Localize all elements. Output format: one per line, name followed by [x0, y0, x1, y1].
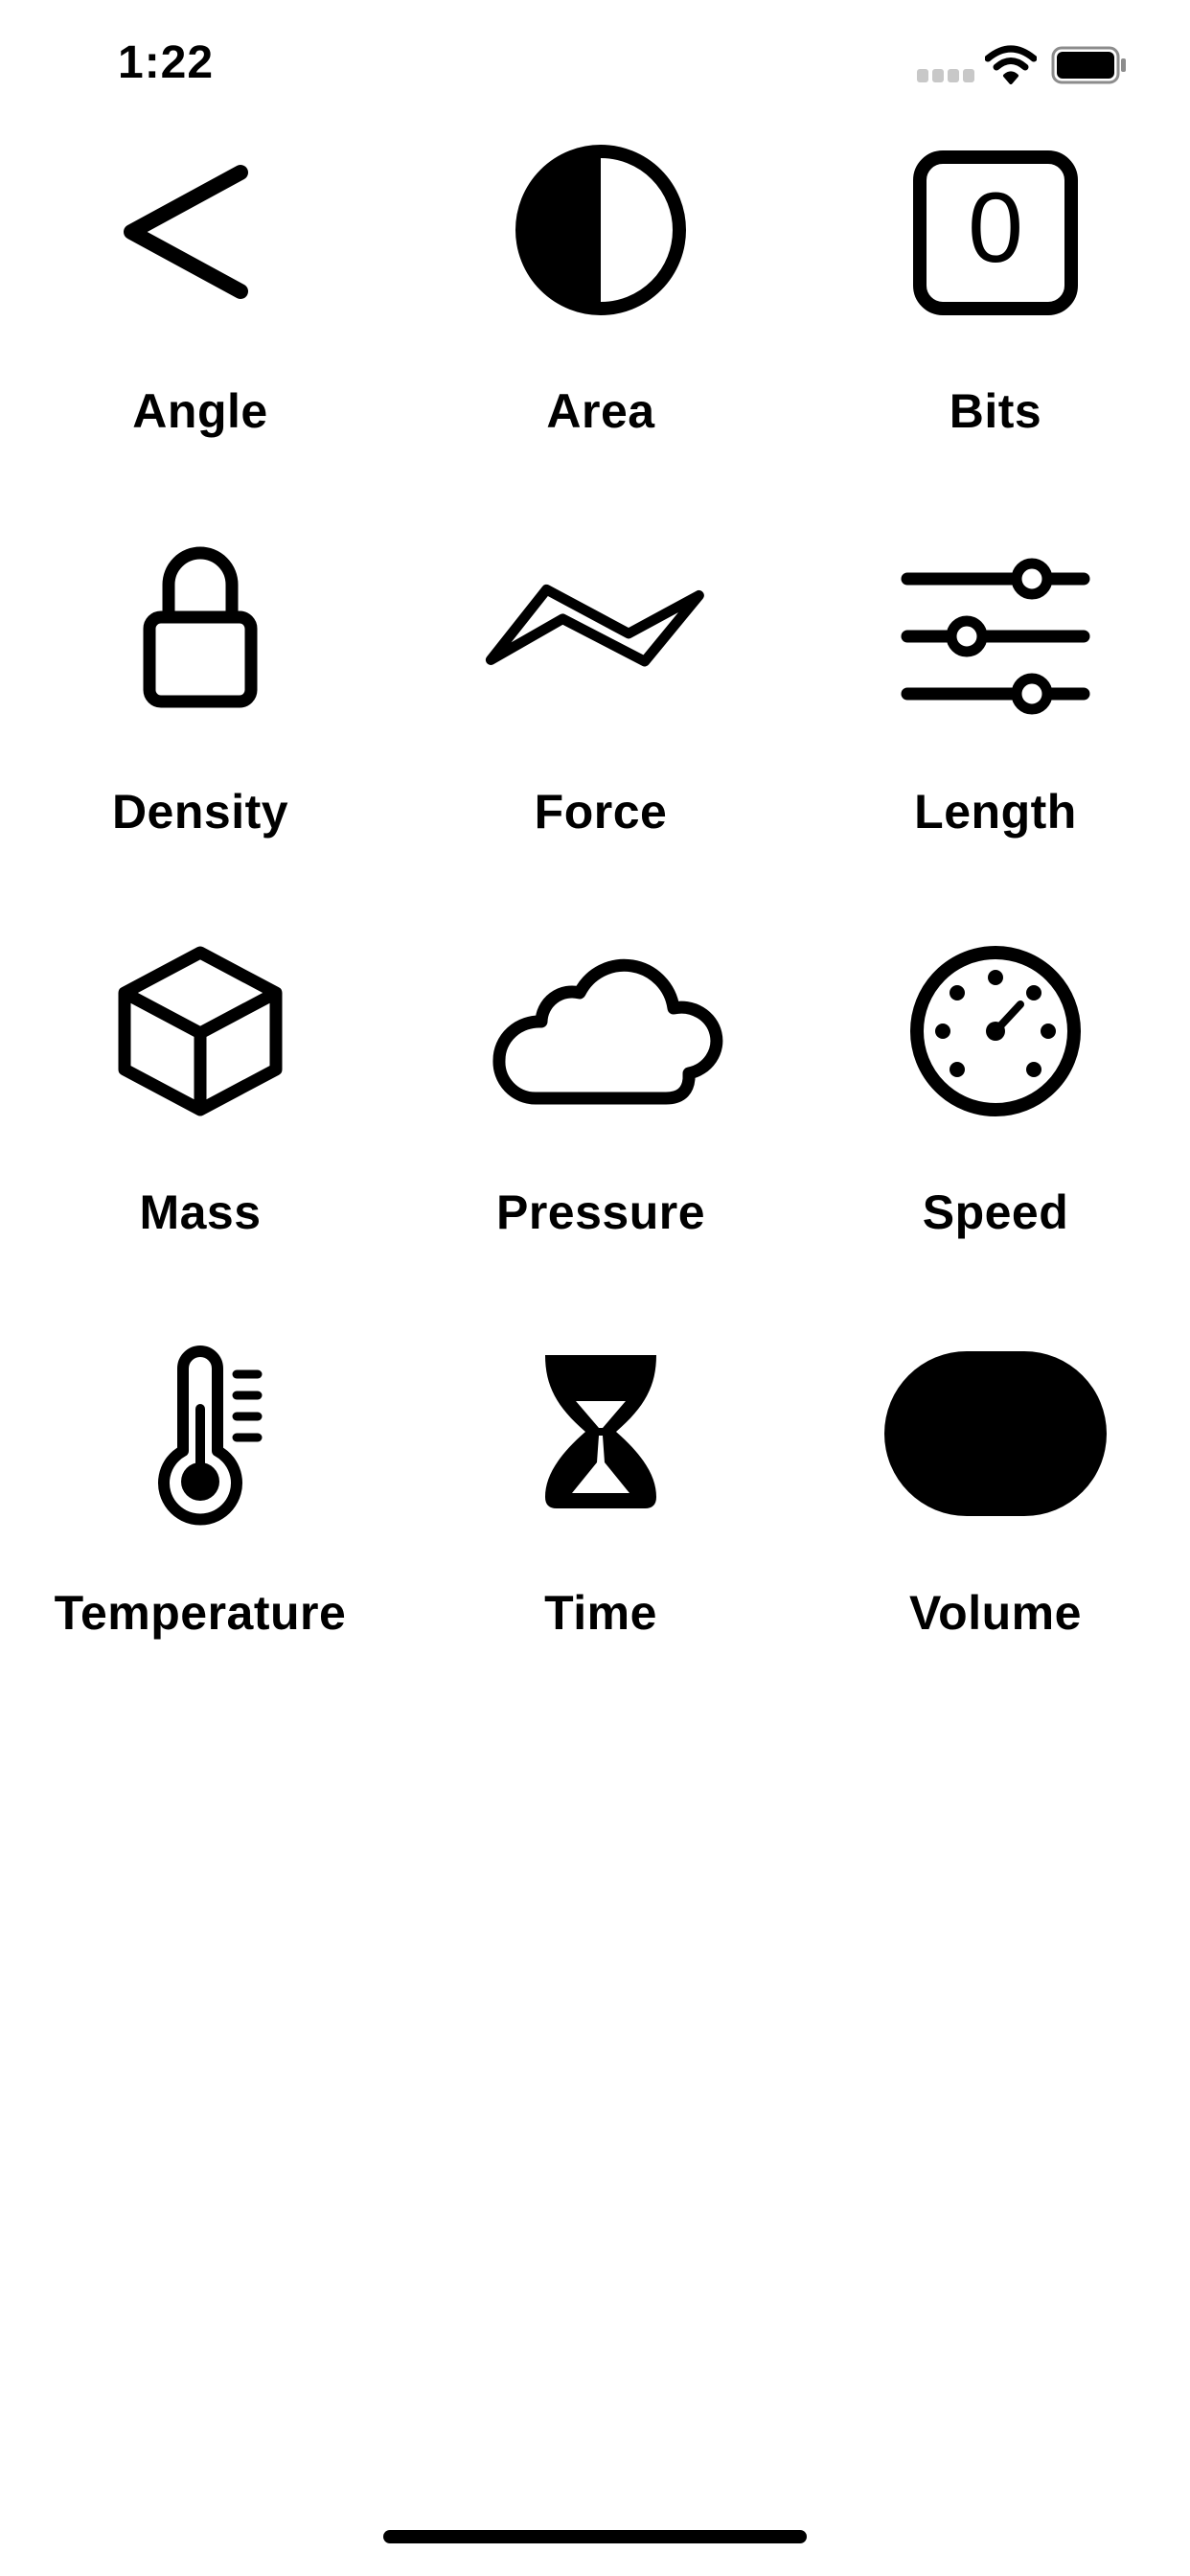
unit-label-density: Density — [111, 785, 289, 839]
unit-tile-area[interactable]: Area — [400, 126, 801, 527]
status-time: 1:22 — [118, 37, 215, 88]
sliders-icon — [871, 535, 1120, 726]
unit-label-bits: Bits — [949, 384, 1042, 438]
unit-label-angle: Angle — [132, 384, 268, 438]
unit-label-mass: Mass — [139, 1185, 262, 1239]
cube-icon — [76, 935, 325, 1127]
angle-icon — [76, 134, 325, 326]
unit-tile-temperature[interactable]: Temperature — [0, 1328, 400, 1729]
battery-icon — [1051, 46, 1126, 84]
unit-label-temperature: Temperature — [54, 1586, 347, 1640]
unit-tile-time[interactable]: Time — [400, 1328, 801, 1729]
speedometer-icon — [871, 935, 1120, 1127]
bolt-icon — [476, 535, 725, 726]
unit-label-area: Area — [546, 384, 655, 438]
thermometer-icon — [76, 1336, 325, 1528]
half-circle-icon — [476, 134, 725, 326]
status-bar: 1:22 — [0, 0, 1190, 126]
unit-tile-volume[interactable]: Volume — [801, 1328, 1190, 1729]
unit-tile-force[interactable]: Force — [400, 527, 801, 928]
hourglass-icon — [476, 1336, 725, 1528]
unit-grid: Angle Area 0 Bits Density Force Length M… — [0, 126, 1190, 1729]
unit-label-time: Time — [544, 1586, 657, 1640]
unit-label-length: Length — [914, 785, 1077, 839]
bits-icon-digit: 0 — [968, 172, 1023, 284]
unit-label-pressure: Pressure — [495, 1185, 706, 1239]
unit-tile-mass[interactable]: Mass — [0, 928, 400, 1328]
unit-tile-density[interactable]: Density — [0, 527, 400, 928]
cellular-signal-icon — [917, 69, 974, 82]
unit-label-force: Force — [534, 785, 668, 839]
unit-label-volume: Volume — [909, 1586, 1082, 1640]
cloud-icon — [476, 935, 725, 1127]
unit-tile-pressure[interactable]: Pressure — [400, 928, 801, 1328]
unit-tile-speed[interactable]: Speed — [801, 928, 1190, 1328]
unit-label-speed: Speed — [922, 1185, 1069, 1239]
capsule-icon — [871, 1336, 1120, 1528]
zero-square-icon: 0 — [871, 134, 1120, 326]
unit-tile-length[interactable]: Length — [801, 527, 1190, 928]
home-indicator[interactable] — [383, 2530, 807, 2543]
unit-tile-angle[interactable]: Angle — [0, 126, 400, 527]
unit-tile-bits[interactable]: 0 Bits — [801, 126, 1190, 527]
lock-icon — [76, 535, 325, 726]
wifi-icon — [985, 45, 1037, 84]
